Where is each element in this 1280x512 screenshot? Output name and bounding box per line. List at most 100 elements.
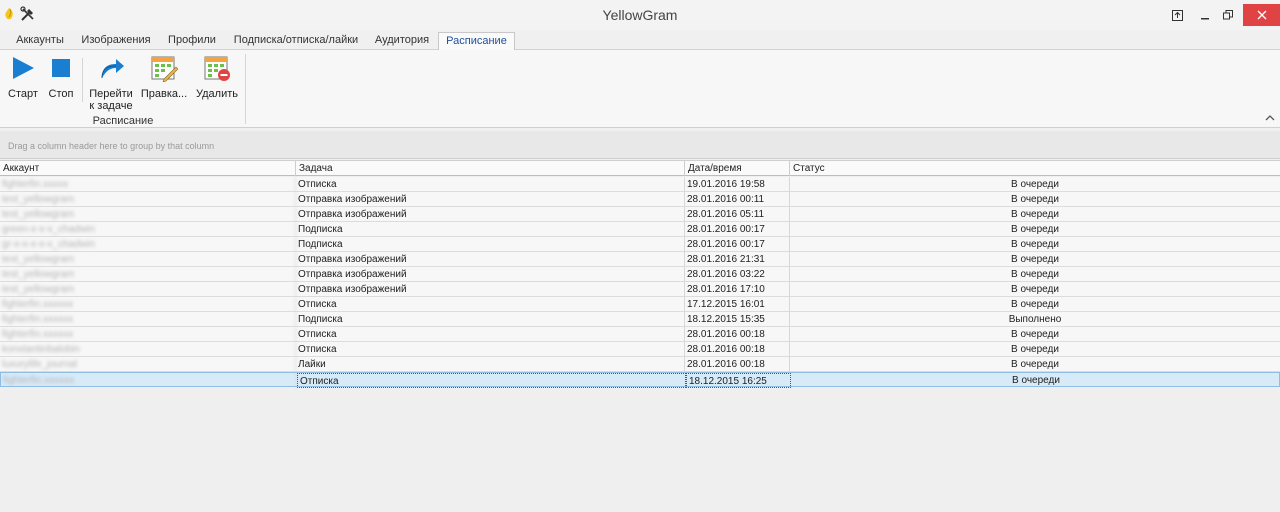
ribbon: Старт Стоп Перейти к задаче Правка... Уд…	[0, 50, 1280, 128]
delete-label: Удалить	[196, 88, 238, 100]
ribbon-group-label: Расписание	[92, 115, 154, 127]
cell-task: Подписка	[296, 312, 685, 327]
cell-datetime: 28.01.2016 05:11	[685, 207, 790, 222]
table-row[interactable]: test_yellowgram Отправка изображений 28.01…	[0, 282, 1280, 297]
cell-status: Выполнено	[1008, 314, 1062, 325]
cell-account: konstantinbalobin	[0, 342, 296, 357]
cell-status: В очереди	[1011, 344, 1059, 355]
cell-task: Отправка изображений	[296, 192, 685, 207]
table-row[interactable]: green-x-x-x_chadwin Подписка 28.01.2016 00…	[0, 222, 1280, 237]
start-label: Старт	[8, 88, 38, 100]
cell-account: test_yellowgram	[0, 282, 296, 297]
cell-datetime: 28.01.2016 00:17	[685, 237, 790, 252]
table-row[interactable]: gr-x-x-x-x-x_chadwin Подписка 28.01.2016 0…	[0, 237, 1280, 252]
cell-status: В очереди	[1011, 269, 1059, 280]
help-button[interactable]	[1166, 0, 1188, 30]
cell-task: Отписка	[296, 177, 685, 192]
restore-button[interactable]	[1216, 0, 1240, 30]
ribbon-separator	[82, 58, 83, 102]
cell-status: В очереди	[1011, 224, 1059, 235]
cell-datetime: 18.12.2015 15:35	[685, 312, 790, 327]
cell-account: fighterfin.xxxxx	[0, 177, 296, 192]
table-row[interactable]: fighterfin.xxxxxx Отписка 18.12.2015 16:25…	[0, 372, 1280, 388]
delete-button[interactable]: Удалить	[194, 54, 240, 100]
cell-datetime: 19.01.2016 19:58	[685, 177, 790, 192]
cell-status: В очереди	[1011, 179, 1059, 190]
cell-datetime: 28.01.2016 00:18	[685, 357, 790, 372]
start-button[interactable]: Старт	[4, 54, 42, 100]
goto-task-button[interactable]: Перейти к задаче	[88, 54, 134, 112]
cell-account: fighterfin.xxxxxx	[0, 312, 296, 327]
cell-task: Отписка	[296, 327, 685, 342]
table-row[interactable]: fighterfin.xxxxxx Отписка 17.12.2015 16:01…	[0, 297, 1280, 312]
cell-status: В очереди	[1012, 375, 1060, 386]
column-header-account[interactable]: Аккаунт	[0, 161, 296, 176]
close-button[interactable]	[1243, 4, 1280, 26]
column-header-datetime[interactable]: Дата/время	[685, 161, 790, 176]
cell-account: fighterfin.xxxxxx	[1, 373, 297, 388]
stop-icon	[52, 59, 70, 77]
cell-account: test_yellowgram	[0, 267, 296, 282]
collapse-ribbon-icon[interactable]	[1265, 114, 1275, 122]
edit-button[interactable]: Правка...	[140, 54, 188, 100]
cell-datetime: 28.01.2016 00:18	[685, 327, 790, 342]
table-row[interactable]: luxurylife_journal Лайки 28.01.2016 00:18 В…	[0, 357, 1280, 372]
stop-button[interactable]: Стоп	[44, 54, 78, 100]
tab-audience[interactable]: Аудитория	[370, 32, 434, 50]
cell-status: В очереди	[1011, 299, 1059, 310]
cell-datetime: 28.01.2016 03:22	[685, 267, 790, 282]
grid-header: Аккаунт Задача Дата/время Статус	[0, 160, 1280, 176]
cell-task: Отписка	[296, 342, 685, 357]
tab-accounts[interactable]: Аккаунты	[10, 32, 70, 50]
cell-datetime: 17.12.2015 16:01	[685, 297, 790, 312]
cell-datetime: 18.12.2015 16:25	[686, 373, 791, 388]
cell-datetime: 28.01.2016 17:10	[685, 282, 790, 297]
group-by-panel[interactable]: Drag a column header here to group by th…	[0, 131, 1280, 159]
table-row[interactable]: fighterfin.xxxxx Отписка 19.01.2016 19:58 В…	[0, 177, 1280, 192]
stop-label: Стоп	[48, 88, 74, 100]
cell-datetime: 28.01.2016 21:31	[685, 252, 790, 267]
table-row[interactable]: test_yellowgram Отправка изображений 28.01…	[0, 252, 1280, 267]
cell-task: Отписка	[296, 297, 685, 312]
cell-status: В очереди	[1011, 194, 1059, 205]
redo-arrow-icon	[101, 59, 124, 79]
title-bar: YellowGram	[0, 0, 1280, 30]
close-icon	[1257, 10, 1266, 20]
cell-datetime: 28.01.2016 00:11	[685, 192, 790, 207]
table-row[interactable]: test_yellowgram Отправка изображений 28.01…	[0, 267, 1280, 282]
cell-account: test_yellowgram	[0, 252, 296, 267]
table-row[interactable]: konstantinbalobin Отписка 28.01.2016 00:18…	[0, 342, 1280, 357]
cell-account: test_yellowgram	[0, 192, 296, 207]
table-row[interactable]: test_yellowgram Отправка изображений 28.01…	[0, 207, 1280, 222]
column-header-task[interactable]: Задача	[296, 161, 685, 176]
cell-task: Отправка изображений	[296, 267, 685, 282]
minimize-button[interactable]	[1194, 0, 1216, 30]
tab-images[interactable]: Изображения	[80, 32, 152, 50]
tab-follow-unfollow-likes[interactable]: Подписка/отписка/лайки	[232, 32, 360, 50]
cell-task: Отправка изображений	[296, 252, 685, 267]
table-row[interactable]: fighterfin.xxxxxx Отписка 28.01.2016 00:18…	[0, 327, 1280, 342]
cell-datetime: 28.01.2016 00:18	[685, 342, 790, 357]
cell-account: test_yellowgram	[0, 207, 296, 222]
column-header-status[interactable]: Статус	[790, 161, 1280, 176]
window-title: YellowGram	[602, 7, 678, 23]
tab-schedule[interactable]: Расписание	[438, 32, 515, 51]
play-icon	[13, 57, 34, 79]
help-icon	[1171, 9, 1183, 21]
calendar-delete-icon	[204, 56, 230, 81]
cell-task: Лайки	[296, 357, 685, 372]
cell-status: В очереди	[1011, 359, 1059, 370]
table-row[interactable]: test_yellowgram Отправка изображений 28.01…	[0, 192, 1280, 207]
table-row[interactable]: fighterfin.xxxxxx Подписка 18.12.2015 15:3…	[0, 312, 1280, 327]
cell-account: luxurylife_journal	[0, 357, 296, 372]
tab-profiles[interactable]: Профили	[164, 32, 220, 50]
edit-label: Правка...	[140, 88, 188, 100]
group-by-hint: Drag a column header here to group by th…	[8, 141, 215, 151]
cell-account: fighterfin.xxxxxx	[0, 297, 296, 312]
cell-task: Отправка изображений	[296, 282, 685, 297]
restore-icon	[1223, 10, 1233, 20]
cell-status: В очереди	[1011, 329, 1059, 340]
cell-task: Подписка	[296, 237, 685, 252]
tab-strip: Аккаунты Изображения Профили Подписка/от…	[0, 30, 1280, 51]
cell-datetime: 28.01.2016 00:17	[685, 222, 790, 237]
